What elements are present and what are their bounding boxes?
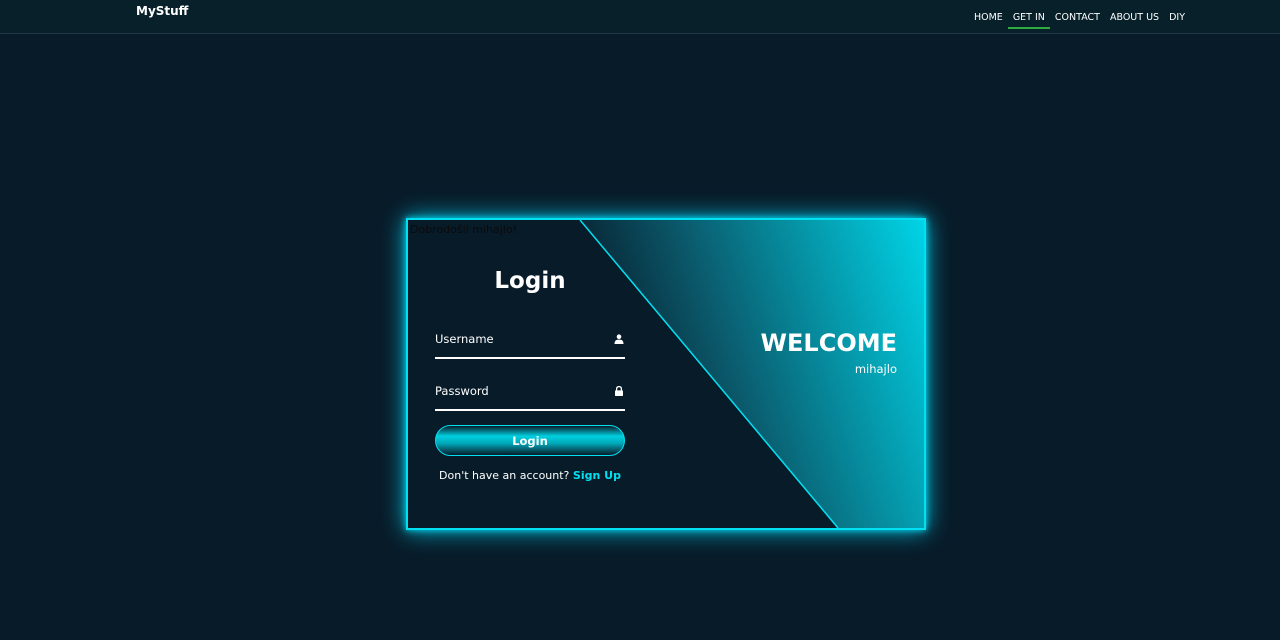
welcome-panel: WELCOME mihajlo bbox=[761, 328, 897, 376]
lock-icon bbox=[615, 386, 623, 396]
welcome-username: mihajlo bbox=[854, 362, 897, 376]
navbar: MyStuff HOME GET IN CONTACT ABOUT US DIY bbox=[0, 0, 1280, 34]
nav-link-diy[interactable]: DIY bbox=[1164, 11, 1190, 29]
user-icon bbox=[614, 334, 624, 344]
nav-link-about-us[interactable]: ABOUT US bbox=[1105, 11, 1164, 29]
nav-link-home[interactable]: HOME bbox=[969, 11, 1008, 29]
greeting-text: Dobrodošli mihajlo! bbox=[410, 223, 517, 236]
username-input[interactable] bbox=[435, 321, 600, 357]
username-field-wrapper bbox=[435, 321, 625, 359]
password-field-wrapper bbox=[435, 373, 625, 411]
login-form: Login Login Don't have an account? Sign … bbox=[435, 266, 625, 482]
signup-prompt: Don't have an account? Sign Up bbox=[435, 469, 625, 482]
nav-link-get-in[interactable]: GET IN bbox=[1007, 11, 1050, 29]
login-title: Login bbox=[494, 268, 566, 294]
login-button[interactable]: Login bbox=[435, 425, 625, 456]
signup-prompt-text: Don't have an account? bbox=[439, 469, 570, 482]
nav-links: HOME GET IN CONTACT ABOUT US DIY bbox=[969, 11, 1190, 29]
login-card: Dobrodošli mihajlo! Login Login Don't ha… bbox=[406, 218, 926, 530]
nav-link-contact[interactable]: CONTACT bbox=[1050, 11, 1105, 29]
password-input[interactable] bbox=[435, 373, 600, 409]
brand-logo[interactable]: MyStuff bbox=[136, 4, 188, 18]
signup-link[interactable]: Sign Up bbox=[573, 469, 621, 482]
welcome-title: WELCOME bbox=[760, 329, 897, 357]
